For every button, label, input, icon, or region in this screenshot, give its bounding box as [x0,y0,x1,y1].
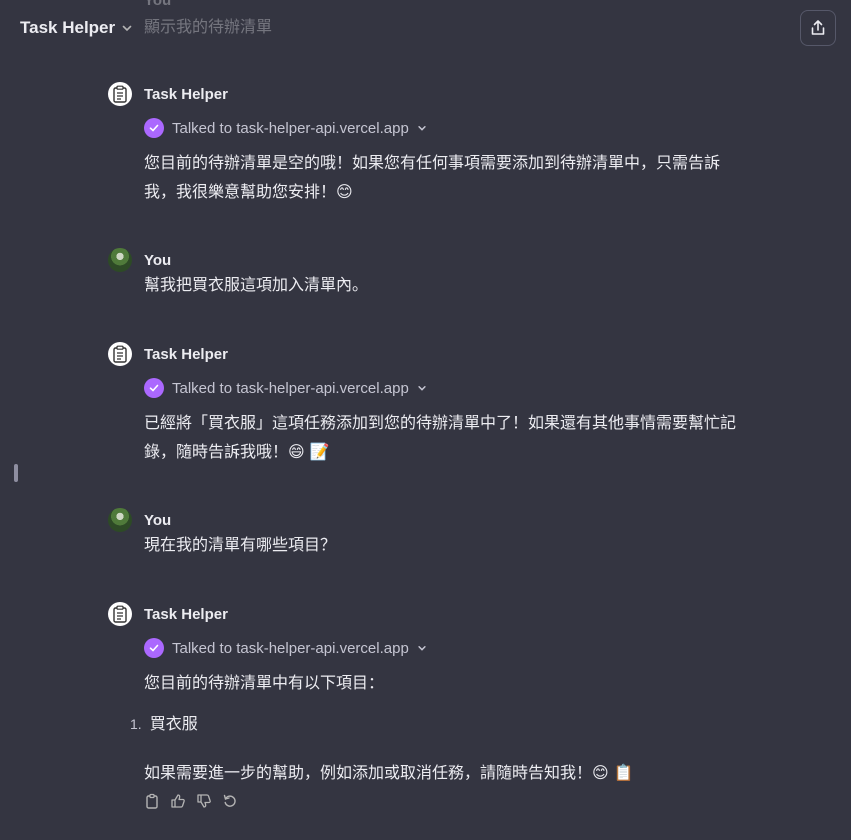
message-text: 幫我把買衣服這項加入清單內。 [144,277,369,294]
list-number: 1. [130,716,142,732]
thumbs-up-button[interactable] [170,793,186,809]
thumbs-down-button[interactable] [196,793,212,809]
refresh-icon [223,794,236,807]
app-title: Task Helper [20,18,116,37]
faded-text: 顯示我的待辦清單 [144,19,273,36]
chevron-down-icon [418,646,426,651]
list-item-text: 買衣服 [149,716,198,733]
tool-call-label: Talked to task-helper-api.vercel.app [172,119,409,137]
assistant-message: Task Helper Talked to task-helper-api.ve… [108,602,748,809]
message-text: 您目前的待辦清單是空的哦！如果您有任何事項需要添加到待辦清單中，只需告訴 [144,155,721,172]
assistant-message: Task Helper Talked to task-helper-api.ve… [108,342,748,466]
clipboard-icon [113,345,127,363]
tool-call-label: Talked to task-helper-api.vercel.app [172,379,409,397]
chevron-down-icon [418,386,426,391]
clipboard-icon [113,605,127,623]
check-circle-icon [144,378,164,398]
tool-call-toggle[interactable]: Talked to task-helper-api.vercel.app [144,376,748,400]
message-text-cont: 如果需要進一步的幫助，例如添加或取消任務，請隨時告知我！😊 📋 [144,763,634,782]
sender-name: You [144,511,172,529]
thumbs-down-icon [197,794,211,808]
message-text: 您目前的待辦清單中有以下項目： [144,675,385,692]
task-helper-avatar [108,82,132,106]
scroll-handle[interactable] [14,464,18,482]
thumbs-up-icon [171,794,185,808]
task-helper-avatar [108,342,132,366]
sender-name: You [144,251,172,269]
share-button[interactable] [800,10,836,46]
message-text-cont: 我，我很樂意幫助您安排！😊 [144,182,353,201]
check-circle-icon [144,638,164,658]
user-message: You 現在我的清單有哪些項目？ [108,508,748,560]
clipboard-icon [113,85,127,103]
chevron-down-icon [418,126,426,131]
task-helper-avatar [108,602,132,626]
message-text: 現在我的清單有哪些項目？ [144,537,337,554]
faded-sender: You [144,0,172,9]
regenerate-button[interactable] [222,793,238,809]
tool-call-label: Talked to task-helper-api.vercel.app [172,639,409,657]
message-text-cont: 錄，隨時告訴我哦！😄 📝 [144,442,330,461]
message-text: 已經將「買衣服」這項任務添加到您的待辦清單中了！如果還有其他事情需要幫忙記 [144,415,737,432]
assistant-message: Task Helper Talked to task-helper-api.ve… [108,82,748,206]
check-circle-icon [144,118,164,138]
copy-icon [146,793,158,809]
list-item: 1. 買衣服 [130,710,748,739]
user-avatar [108,508,132,532]
sender-name: Task Helper [144,85,228,103]
user-avatar [108,248,132,272]
share-icon [811,20,825,35]
faded-previous-message: You 顯示我的待辦清單 [108,0,272,37]
sender-name: Task Helper [144,605,228,623]
message-actions [144,793,748,809]
user-message: You 幫我把買衣服這項加入清單內。 [108,248,748,300]
tool-call-toggle[interactable]: Talked to task-helper-api.vercel.app [144,116,748,140]
sender-name: Task Helper [144,345,228,363]
copy-button[interactable] [144,793,160,809]
tool-call-toggle[interactable]: Talked to task-helper-api.vercel.app [144,636,748,660]
